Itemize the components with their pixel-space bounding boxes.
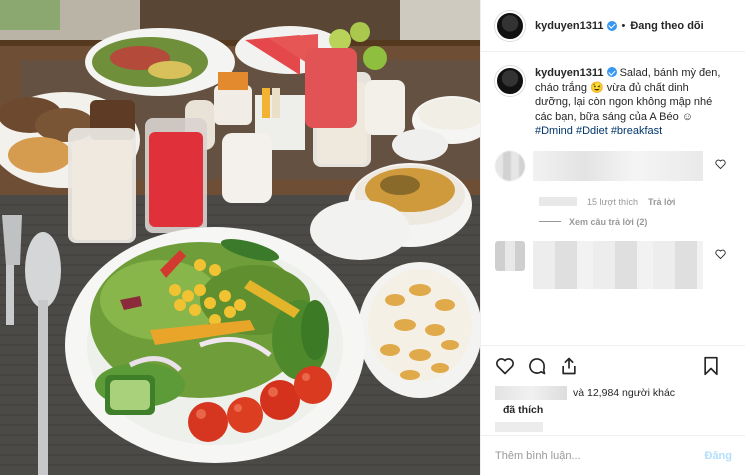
comment-like-heart-icon[interactable]	[715, 159, 726, 169]
share-icon[interactable]	[559, 356, 579, 376]
likes-summary: và 12,984 người khác	[495, 386, 732, 400]
post-comment-button[interactable]: Đăng	[705, 450, 733, 462]
caption-hashtags[interactable]: #Dmind #Ddiet #breakfast	[535, 125, 662, 137]
post-timestamp-blurred	[495, 422, 543, 432]
post-photo[interactable]	[0, 0, 480, 475]
liked-label: đã thích	[503, 404, 544, 416]
add-comment-input[interactable]	[495, 449, 705, 462]
caption-text-block: kyduyen1311 Salad, bánh mỳ đen, cháo trắ…	[535, 66, 725, 139]
post-header: kyduyen1311 • Đang theo dõi	[481, 0, 745, 52]
comment-icon[interactable]	[527, 356, 547, 376]
comments-section[interactable]: kyduyen1311 Salad, bánh mỳ đen, cháo trắ…	[481, 52, 745, 345]
caption-avatar[interactable]	[495, 66, 525, 96]
post-actions: và 12,984 người khác đã thích	[481, 345, 745, 432]
comment-text-blurred	[533, 150, 703, 181]
liker-name-blurred[interactable]	[495, 386, 567, 400]
author-username[interactable]: kyduyen1311	[535, 20, 604, 32]
action-icons	[495, 354, 732, 378]
add-comment-bar: Đăng	[481, 435, 745, 475]
view-replies-button[interactable]: Xem câu trả lời (2)	[539, 217, 732, 227]
likes-count-text[interactable]: và 12,984 người khác	[573, 387, 675, 399]
comment-item	[495, 240, 732, 301]
caption-username[interactable]: kyduyen1311	[535, 67, 604, 79]
post-side-panel: kyduyen1311 • Đang theo dõi kyduyen1311 …	[480, 0, 745, 475]
caption: kyduyen1311 Salad, bánh mỳ đen, cháo trắ…	[495, 66, 732, 139]
comment-text-blurred	[533, 240, 703, 289]
instagram-post: kyduyen1311 • Đang theo dõi kyduyen1311 …	[0, 0, 745, 475]
verified-icon	[606, 20, 617, 31]
following-button[interactable]: Đang theo dõi	[630, 20, 703, 32]
heart-icon[interactable]	[495, 356, 515, 376]
comment-like-heart-icon[interactable]	[715, 249, 726, 259]
comment-avatar-blurred[interactable]	[495, 240, 525, 271]
comment-time-blurred	[539, 197, 577, 206]
comment-avatar-blurred[interactable]	[495, 150, 525, 181]
breakfast-photo	[0, 0, 480, 475]
author-avatar[interactable]	[495, 10, 525, 41]
comment-like-count[interactable]: 15 lượt thích	[587, 197, 638, 207]
separator-dot: •	[621, 19, 626, 32]
comment-item	[495, 150, 732, 191]
comment-reply-button[interactable]: Trả lời	[648, 197, 675, 207]
bookmark-icon[interactable]	[702, 356, 720, 376]
caption-verified-icon	[606, 67, 617, 77]
comment-meta: 15 lượt thích Trả lời	[539, 197, 732, 207]
